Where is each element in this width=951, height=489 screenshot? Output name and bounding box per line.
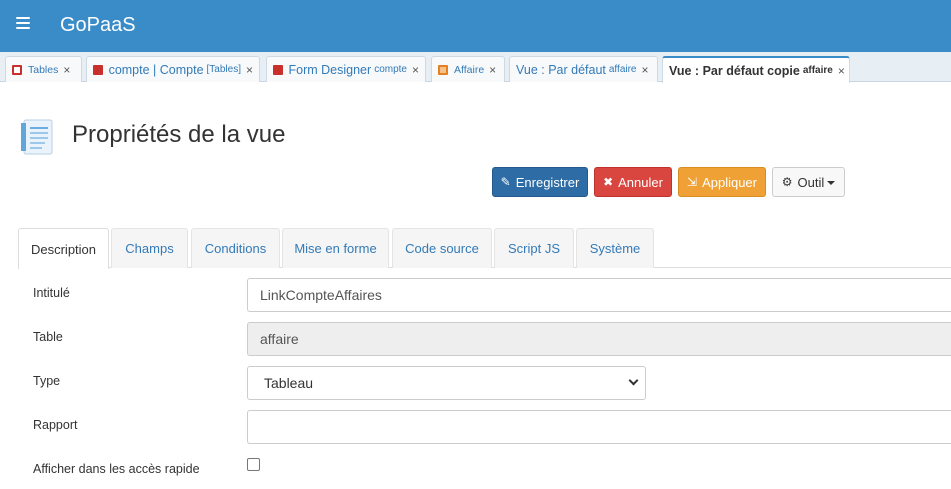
- tab-vue-defaut-copie[interactable]: Vue : Par défaut copie affaire ×: [662, 56, 850, 83]
- close-icon[interactable]: ×: [489, 63, 496, 77]
- apply-icon: ⇲: [687, 175, 698, 189]
- quick-access-label: Afficher dans les accès rapide: [33, 462, 200, 476]
- tab-bar: Tables × compte | Compte [Tables] × Form…: [0, 52, 951, 83]
- tab-description[interactable]: Description: [18, 228, 109, 269]
- close-icon: ✖: [603, 175, 614, 189]
- tab-sublabel: [Tables]: [206, 64, 241, 75]
- apply-label: Appliquer: [702, 174, 757, 190]
- tab-sublabel: affaire: [802, 65, 833, 76]
- app-title: GoPaaS: [60, 14, 136, 36]
- tab-form-designer[interactable]: Form Designer compte ×: [266, 56, 426, 82]
- tab-affaire[interactable]: Affaire ×: [431, 56, 505, 82]
- tab-code-source[interactable]: Code source: [392, 228, 492, 268]
- table-icon: [12, 64, 22, 75]
- intitule-label: Intitulé: [33, 286, 70, 300]
- tab-sublabel: affaire: [608, 64, 637, 75]
- close-icon[interactable]: ×: [838, 64, 845, 78]
- tool-label: Outil: [797, 174, 825, 190]
- type-select[interactable]: Tableau: [247, 366, 646, 400]
- save-icon: ✎: [500, 175, 511, 189]
- tab-sublabel: compte: [374, 64, 407, 75]
- top-bar: GoPaaS: [0, 0, 951, 52]
- tab-label: Tables: [28, 63, 59, 76]
- tab-mise-en-forme[interactable]: Mise en forme: [282, 228, 389, 268]
- tab-champs[interactable]: Champs: [111, 228, 188, 268]
- rapport-input[interactable]: [247, 410, 951, 444]
- form-tabs: Description Champs Conditions Mise en fo…: [18, 228, 951, 269]
- tab-compte[interactable]: compte | Compte [Tables] ×: [86, 56, 260, 82]
- gear-icon: ⚙: [781, 175, 793, 189]
- type-label: Type: [33, 374, 61, 388]
- chevron-down-icon: [628, 375, 639, 386]
- cancel-label: Annuler: [618, 174, 663, 190]
- intitule-input[interactable]: LinkCompteAffaires: [247, 278, 951, 312]
- tab-tables[interactable]: Tables ×: [5, 56, 82, 82]
- tab-label: Form Designer: [288, 62, 372, 77]
- form-icon: [93, 64, 103, 75]
- menu-icon[interactable]: [16, 17, 30, 29]
- close-icon[interactable]: ×: [412, 63, 419, 77]
- tab-conditions[interactable]: Conditions: [191, 228, 280, 268]
- table-input: affaire: [247, 322, 951, 356]
- tab-script-js[interactable]: Script JS: [494, 228, 574, 268]
- tab-vue-defaut[interactable]: Vue : Par défaut affaire ×: [509, 56, 658, 82]
- page-title: Propriétés de la vue: [72, 121, 286, 148]
- tab-label: compte | Compte: [108, 62, 204, 77]
- apply-button[interactable]: ⇲ Appliquer: [678, 167, 766, 197]
- tab-label: Vue : Par défaut: [516, 62, 606, 77]
- tab-label: Vue : Par défaut copie: [669, 63, 800, 78]
- cancel-button[interactable]: ✖ Annuler: [594, 167, 672, 197]
- type-select-value: Tableau: [264, 375, 314, 391]
- table-orange-icon: [438, 64, 448, 75]
- save-button[interactable]: ✎ Enregistrer: [492, 167, 588, 197]
- close-icon[interactable]: ×: [642, 63, 649, 77]
- table-label: Table: [33, 330, 63, 344]
- tool-dropdown-button[interactable]: ⚙ Outil: [772, 167, 845, 197]
- close-icon[interactable]: ×: [63, 63, 70, 77]
- document-icon: [21, 119, 53, 155]
- tab-label: Affaire: [454, 63, 485, 76]
- quick-access-checkbox[interactable]: [247, 458, 260, 471]
- tab-systeme[interactable]: Système: [576, 228, 654, 268]
- form-icon: [273, 64, 283, 75]
- rapport-label: Rapport: [33, 418, 78, 432]
- save-label: Enregistrer: [515, 174, 580, 190]
- close-icon[interactable]: ×: [246, 63, 253, 77]
- caret-down-icon: [827, 181, 836, 185]
